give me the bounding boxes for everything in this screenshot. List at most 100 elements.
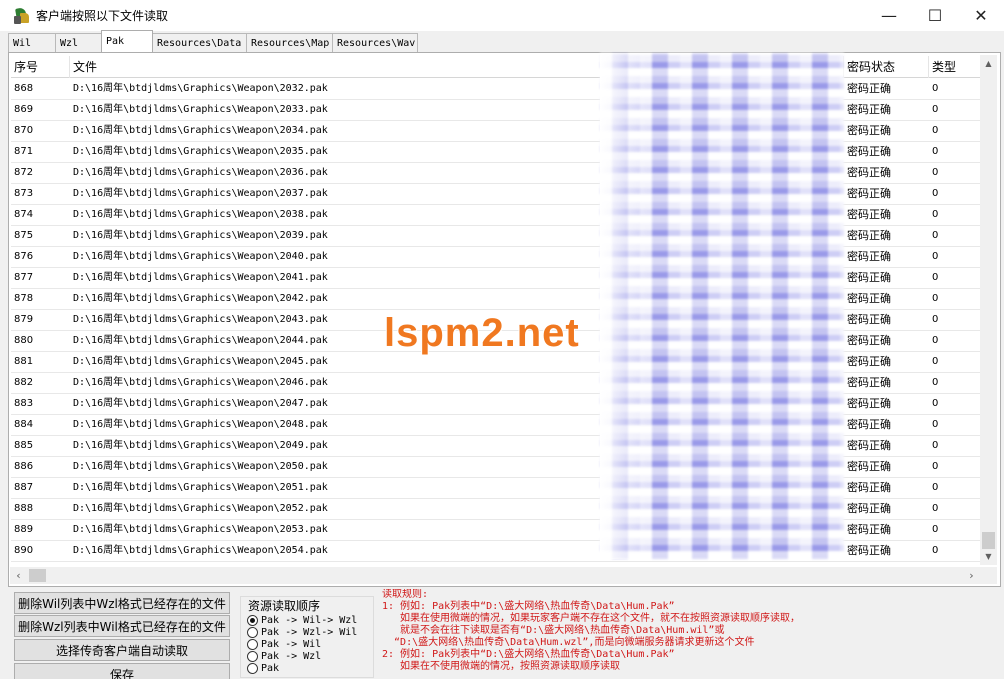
row-file-path: D:\16周年\btdjldms\Graphics\Weapon\2047.pa…	[73, 398, 328, 409]
row-file-path: D:\16周年\btdjldms\Graphics\Weapon\2052.pa…	[73, 503, 328, 514]
resource-order-option-label: Pak -> Wil	[261, 638, 322, 650]
minimize-button[interactable]: —	[866, 0, 912, 31]
row-file-path: D:\16周年\btdjldms\Graphics\Weapon\2046.pa…	[73, 377, 328, 388]
row-password-status: 密码正确	[847, 82, 891, 95]
row-password-status: 密码正确	[847, 250, 891, 263]
resource-order-title: 资源读取顺序	[246, 597, 323, 614]
tab-strip: Wil Wzl Pak Resources\Data Resources\Map…	[8, 30, 418, 52]
row-type: 0	[932, 482, 939, 493]
row-index: 888	[14, 503, 34, 514]
tab-wil[interactable]: Wil	[8, 33, 56, 52]
tab-resources-map[interactable]: Resources\Map	[246, 33, 333, 52]
scroll-down-icon[interactable]: ▼	[980, 548, 997, 565]
column-header-index[interactable]: 序号	[11, 56, 70, 78]
row-file-path: D:\16周年\btdjldms\Graphics\Weapon\2037.pa…	[73, 188, 328, 199]
rule-line: 2: 例如: Pak列表中“D:\盛大网络\热血传奇\Data\Hum.Pak”	[382, 649, 675, 660]
row-password-status: 密码正确	[847, 439, 891, 452]
row-type: 0	[932, 230, 939, 241]
row-type: 0	[932, 188, 939, 199]
row-type: 0	[932, 440, 939, 451]
row-type: 0	[932, 104, 939, 115]
row-password-status: 密码正确	[847, 460, 891, 473]
rule-line: “D:\盛大网络\热血传奇\Data\Hum.wzl”,而是向微端服务器请求更新…	[382, 637, 755, 648]
resource-order-option[interactable]: Pak -> Wzl-> Wil	[247, 626, 357, 638]
row-type: 0	[932, 419, 939, 430]
row-index: 878	[14, 293, 34, 304]
column-header-type[interactable]: 类型	[929, 56, 983, 78]
row-password-status: 密码正确	[847, 145, 891, 158]
resource-order-option[interactable]: Pak	[247, 662, 279, 674]
resource-order-option[interactable]: Pak -> Wzl	[247, 650, 321, 662]
row-type: 0	[932, 314, 939, 325]
row-file-path: D:\16周年\btdjldms\Graphics\Weapon\2035.pa…	[73, 146, 328, 157]
row-type: 0	[932, 545, 939, 556]
vertical-scrollbar[interactable]: ▲ ▼	[980, 55, 997, 565]
row-file-path: D:\16周年\btdjldms\Graphics\Weapon\2041.pa…	[73, 272, 328, 283]
resource-order-option[interactable]: Pak -> Wil	[247, 638, 321, 650]
rule-line: 就是不会在往下读取是否有“D:\盛大网络\热血传奇\Data\Hum.wil”或	[382, 625, 725, 636]
row-index: 884	[14, 419, 34, 430]
horizontal-scroll-thumb[interactable]	[29, 569, 46, 582]
close-button[interactable]: ✕	[958, 0, 1004, 31]
row-index: 870	[14, 125, 34, 136]
rule-line: 如果在不使用微端的情况，按照资源读取顺序读取	[382, 661, 621, 672]
row-password-status: 密码正确	[847, 376, 891, 389]
row-index: 873	[14, 188, 34, 199]
row-type: 0	[932, 503, 939, 514]
row-password-status: 密码正确	[847, 544, 891, 557]
horizontal-scrollbar[interactable]: ‹ ›	[10, 567, 980, 584]
row-password-status: 密码正确	[847, 208, 891, 221]
row-file-path: D:\16周年\btdjldms\Graphics\Weapon\2036.pa…	[73, 167, 328, 178]
scroll-up-icon[interactable]: ▲	[980, 55, 997, 72]
row-index: 886	[14, 461, 34, 472]
row-type: 0	[932, 167, 939, 178]
row-index: 876	[14, 251, 34, 262]
row-index: 879	[14, 314, 34, 325]
row-type: 0	[932, 146, 939, 157]
row-index: 890	[14, 545, 34, 556]
row-file-path: D:\16周年\btdjldms\Graphics\Weapon\2049.pa…	[73, 440, 328, 451]
tab-resources-wav[interactable]: Resources\Wav	[332, 33, 418, 52]
row-index: 869	[14, 104, 34, 115]
tab-wzl[interactable]: Wzl	[55, 33, 102, 52]
row-password-status: 密码正确	[847, 502, 891, 515]
row-index: 871	[14, 146, 34, 157]
radio-unchecked-icon[interactable]	[247, 650, 258, 662]
row-file-path: D:\16周年\btdjldms\Graphics\Weapon\2054.pa…	[73, 545, 328, 556]
row-password-status: 密码正确	[847, 187, 891, 200]
save-button[interactable]: 保存	[14, 663, 230, 679]
row-password-status: 密码正确	[847, 124, 891, 137]
row-type: 0	[932, 335, 939, 346]
tab-resources-data[interactable]: Resources\Data	[152, 33, 247, 52]
row-file-path: D:\16周年\btdjldms\Graphics\Weapon\2051.pa…	[73, 482, 328, 493]
radio-unchecked-icon[interactable]	[247, 662, 258, 674]
row-type: 0	[932, 209, 939, 220]
radio-unchecked-icon[interactable]	[247, 638, 258, 650]
scroll-right-icon[interactable]: ›	[963, 567, 980, 584]
delete-wil-duplicates-button[interactable]: 删除Wil列表中Wzl格式已经存在的文件	[14, 592, 230, 614]
resource-order-option-label: Pak -> Wzl	[261, 650, 322, 662]
row-type: 0	[932, 524, 939, 535]
row-file-path: D:\16周年\btdjldms\Graphics\Weapon\2040.pa…	[73, 251, 328, 262]
radio-unchecked-icon[interactable]	[247, 626, 258, 638]
read-rules-text: 读取规则: 1: 例如: Pak列表中“D:\盛大网络\热血传奇\Data\Hum…	[382, 589, 982, 679]
row-index: 874	[14, 209, 34, 220]
row-file-path: D:\16周年\btdjldms\Graphics\Weapon\2032.pa…	[73, 83, 328, 94]
resource-order-option-label: Pak -> Wzl-> Wil	[261, 626, 358, 638]
tab-pak[interactable]: Pak	[101, 30, 153, 52]
vertical-scroll-thumb[interactable]	[982, 532, 995, 549]
scroll-left-icon[interactable]: ‹	[10, 567, 27, 584]
row-password-status: 密码正确	[847, 418, 891, 431]
app-icon	[14, 6, 30, 24]
resource-order-option[interactable]: Pak -> Wil-> Wzl	[247, 614, 357, 626]
resource-order-option-label: Pak -> Wil-> Wzl	[261, 614, 358, 626]
auto-read-client-button[interactable]: 选择传奇客户端自动读取	[14, 639, 230, 661]
row-type: 0	[932, 83, 939, 94]
row-index: 872	[14, 167, 34, 178]
radio-checked-icon[interactable]	[247, 614, 258, 626]
maximize-button[interactable]: ☐	[912, 0, 958, 31]
delete-wzl-duplicates-button[interactable]: 删除Wzl列表中Wil格式已经存在的文件	[14, 615, 230, 637]
row-file-path: D:\16周年\btdjldms\Graphics\Weapon\2053.pa…	[73, 524, 328, 535]
column-header-status[interactable]: 密码状态	[844, 56, 929, 78]
row-index: 868	[14, 83, 34, 94]
